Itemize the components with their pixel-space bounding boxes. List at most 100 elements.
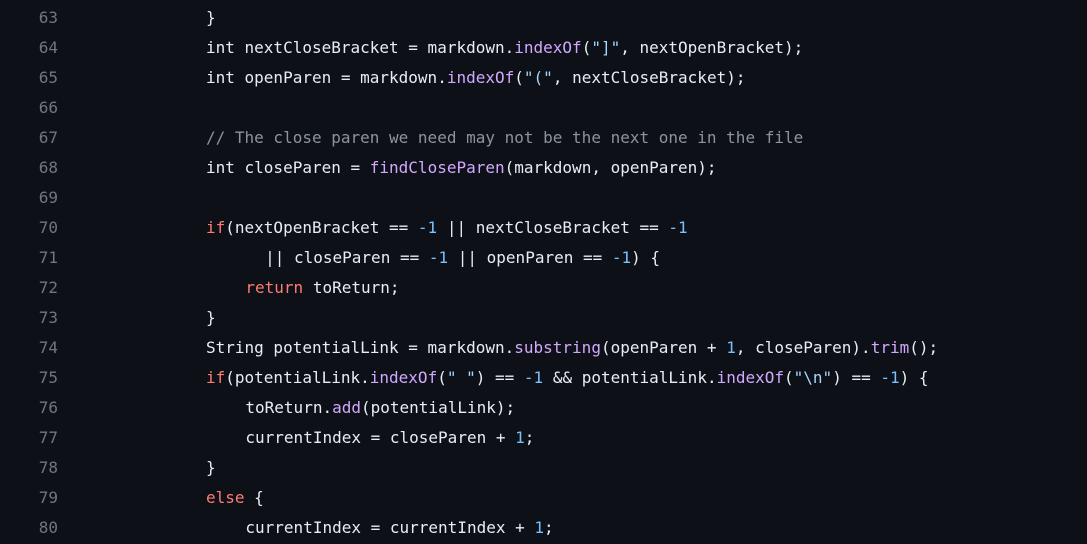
code-token-plain: { [244,488,264,507]
line-number[interactable]: 77 [0,423,58,453]
line-code: return toReturn; [206,273,400,303]
code-token-func: indexOf [514,38,582,57]
code-token-func: add [332,398,361,417]
code-line: 68 int closeParen = findCloseParen(markdo… [0,153,1087,183]
line-number[interactable]: 68 [0,153,58,183]
code-token-plain: toReturn. [245,398,333,417]
code-line: 70 if(nextOpenBracket == -1 || nextCloseB… [0,213,1087,243]
line-code: toReturn.add(potentialLink); [206,393,515,423]
line-number[interactable]: 79 [0,483,58,513]
code-viewer: 63} 64 int nextCloseBracket = markdown.ind… [0,0,1087,544]
line-code: } [206,303,216,333]
code-token-plain: currentIndex = closeParen + [245,428,516,447]
code-token-func: indexOf [369,368,438,387]
code-token-plain: (markdown, openParen); [504,158,717,177]
line-number[interactable]: 73 [0,303,58,333]
code-token-func: indexOf [446,68,515,87]
code-token-number: -1 [417,218,438,237]
line-number[interactable]: 70 [0,213,58,243]
code-token-plain: } [206,308,216,327]
code-token-plain: , nextCloseBracket); [552,68,746,87]
code-token-keyword: else [206,488,245,507]
line-number[interactable]: 69 [0,183,58,213]
line-number[interactable]: 65 [0,63,58,93]
line-code: int closeParen = findCloseParen(markdown… [206,153,717,183]
code-token-number: -1 [880,368,900,387]
line-code: } [206,453,216,483]
code-token-func: trim [870,338,910,357]
code-token-func: findCloseParen [369,158,505,177]
code-line: 80 currentIndex = currentIndex + 1; [0,513,1087,543]
code-token-plain: (potentialLink. [225,368,370,387]
line-number[interactable]: 63 [0,3,58,33]
code-token-plain: (potentialLink); [361,398,516,417]
line-number[interactable]: 80 [0,513,58,543]
code-token-plain: ( [437,368,447,387]
code-token-plain: int openParen = markdown. [206,68,447,87]
code-line: 73} [0,303,1087,333]
code-token-plain: , nextOpenBracket); [620,38,804,57]
code-token-plain: } [206,8,216,27]
line-number[interactable]: 76 [0,393,58,423]
line-code: int openParen = markdown.indexOf("(", ne… [206,63,745,93]
code-line: 74 String potentialLink = markdown.substr… [0,333,1087,363]
code-token-plain: } [206,458,216,477]
code-token-plain: || nextCloseBracket == [437,218,669,237]
line-number[interactable]: 71 [0,243,58,273]
line-code: if(potentialLink.indexOf(" ") == -1 && p… [206,363,929,393]
code-token-string: "]" [591,38,621,57]
code-token-plain: || closeParen == [265,248,429,267]
code-token-plain: ) { [631,248,661,267]
code-line: 71 || closeParen == -1 || openParen == -1… [0,243,1087,273]
code-token-number: -1 [523,368,544,387]
code-token-string: "\n" [793,368,833,387]
code-token-string: " " [446,368,476,387]
line-code: currentIndex = closeParen + 1; [206,423,534,453]
code-line: 67 // The close paren we need may not be … [0,123,1087,153]
code-line: 78} [0,453,1087,483]
code-token-plain: ; [524,428,535,447]
code-token-plain: || openParen == [448,248,612,267]
code-token-string: "(" [523,68,553,87]
code-token-comment: // The close paren we need may not be th… [206,128,804,147]
code-token-plain: int nextCloseBracket = markdown. [206,38,515,57]
code-token-plain: , closeParen). [735,338,871,357]
code-token-number: 1 [534,518,545,537]
line-number[interactable]: 74 [0,333,58,363]
code-line: 65 int openParen = markdown.indexOf("(", … [0,63,1087,93]
code-line: 76 toReturn.add(potentialLink); [0,393,1087,423]
line-number[interactable]: 67 [0,123,58,153]
line-number[interactable]: 72 [0,273,58,303]
code-token-plain: (nextOpenBracket == [225,218,418,237]
line-code: if(nextOpenBracket == -1 || nextCloseBra… [206,213,688,243]
code-token-plain: ) == [832,368,881,387]
line-code: String potentialLink = markdown.substrin… [206,333,938,363]
code-line: 77 currentIndex = closeParen + 1; [0,423,1087,453]
code-token-plain: String potentialLink = markdown. [206,338,515,357]
code-token-func: substring [514,338,601,357]
code-line: 64 int nextCloseBracket = markdown.indexO… [0,33,1087,63]
code-token-plain: currentIndex = currentIndex + [245,518,535,537]
line-code: || closeParen == -1 || openParen == -1) … [206,243,660,273]
code-token-plain: int closeParen = [206,158,370,177]
code-token-keyword: if [206,218,226,237]
line-number[interactable]: 75 [0,363,58,393]
line-code: currentIndex = currentIndex + 1; [206,513,554,543]
code-token-keyword: return [245,278,304,297]
code-token-plain: ( [784,368,794,387]
code-token-plain: && potentialLink. [543,368,717,387]
code-token-plain: (); [909,338,939,357]
code-token-plain: ; [544,518,554,537]
code-token-number: -1 [611,248,632,267]
code-line: 75 if(potentialLink.indexOf(" ") == -1 &&… [0,363,1087,393]
code-line: 79 else { [0,483,1087,513]
code-token-plain: ( [581,38,592,57]
code-line: 66 [0,93,1087,123]
line-number[interactable]: 78 [0,453,58,483]
line-number[interactable]: 66 [0,93,58,123]
code-token-plain: toReturn; [303,278,400,297]
line-code: else { [206,483,264,513]
line-number[interactable]: 64 [0,33,58,63]
code-token-number: 1 [515,428,525,447]
code-token-keyword: if [206,368,226,387]
